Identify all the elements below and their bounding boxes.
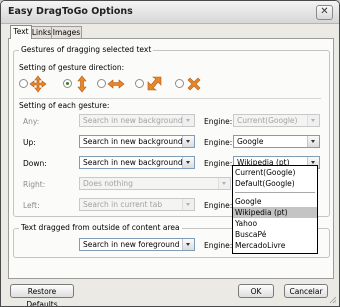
gesture-left-engine-label: Engine: bbox=[204, 201, 233, 210]
engine-option-buscape[interactable]: BuscaPé bbox=[233, 229, 317, 240]
gesture-left-action-value: Search in current tab bbox=[83, 200, 163, 209]
gesture-any-engine-select[interactable]: Current(Google) bbox=[233, 114, 320, 127]
gesture-up-engine-select[interactable]: Google bbox=[233, 135, 320, 148]
engine-option-wikipedia-pt[interactable]: Wikipedia (pt) bbox=[233, 207, 317, 218]
gesture-right-label: Right: bbox=[23, 180, 46, 189]
title-bar[interactable]: Easy DragToGo Options ✕ bbox=[1, 1, 339, 24]
outside-content-group-title: Text dragged from outside of content are… bbox=[19, 223, 182, 232]
gesture-any-action-value: Search in new background tab bbox=[83, 116, 195, 125]
gesture-right-action-select[interactable]: Does nothing bbox=[79, 177, 231, 190]
gesture-right-action-value: Does nothing bbox=[83, 179, 133, 188]
options-window: Easy DragToGo Options ✕ Text Links Image… bbox=[0, 0, 340, 307]
diagonal-arrow-icon bbox=[147, 76, 162, 91]
chevron-down-icon bbox=[218, 178, 230, 189]
window-title: Easy DragToGo Options bbox=[8, 6, 133, 17]
each-gesture-label: Setting of each gesture: bbox=[19, 101, 110, 110]
engine-option-yahoo[interactable]: Yahoo bbox=[233, 218, 317, 229]
gesture-up-action-value: Search in new background tab bbox=[83, 137, 195, 146]
chevron-down-icon bbox=[307, 115, 319, 126]
four-way-arrows-icon bbox=[29, 75, 47, 93]
direction-radio-horizontal[interactable] bbox=[97, 79, 106, 88]
chevron-down-icon bbox=[182, 157, 194, 168]
direction-radio-cross[interactable] bbox=[175, 79, 184, 88]
cancel-button[interactable]: Cancelar bbox=[284, 284, 328, 298]
chevron-down-icon bbox=[307, 136, 319, 147]
gesture-down-label: Down: bbox=[23, 159, 47, 168]
gesture-any-action-select[interactable]: Search in new background tab bbox=[79, 114, 195, 127]
vertical-arrows-icon bbox=[77, 75, 87, 93]
chevron-down-icon bbox=[182, 239, 194, 250]
outside-action-select[interactable]: Search in new foreground tab bbox=[79, 238, 195, 251]
direction-label: Setting of gesture direction: bbox=[19, 63, 125, 72]
gesture-up-engine-label: Engine: bbox=[204, 138, 233, 147]
gesture-left-action-select[interactable]: Search in current tab bbox=[79, 198, 195, 211]
gesture-up-engine-value: Google bbox=[237, 137, 264, 146]
close-button[interactable]: ✕ bbox=[316, 5, 333, 20]
gesture-down-engine-label: Engine: bbox=[204, 159, 233, 168]
outside-engine-label: Engine: bbox=[204, 241, 233, 250]
gesture-any-engine-label: Engine: bbox=[204, 117, 233, 126]
direction-radio-four-way[interactable] bbox=[19, 79, 28, 88]
engine-option-current-google[interactable]: Current(Google) bbox=[233, 167, 317, 178]
engine-dropdown-list: Current(Google) Default(Google) Google W… bbox=[232, 165, 318, 254]
horizontal-arrows-icon bbox=[107, 79, 125, 89]
engine-option-google[interactable]: Google bbox=[233, 196, 317, 207]
tab-text[interactable]: Text bbox=[10, 25, 32, 39]
resize-grip-icon[interactable] bbox=[329, 296, 337, 304]
chevron-down-icon bbox=[182, 199, 194, 210]
gesture-any-label: Any: bbox=[23, 117, 40, 126]
engine-option-default-google[interactable]: Default(Google) bbox=[233, 178, 317, 189]
gestures-group-title: Gestures of dragging selected text bbox=[19, 45, 154, 54]
gesture-up-action-select[interactable]: Search in new background tab bbox=[79, 135, 195, 148]
gesture-left-label: Left: bbox=[23, 201, 40, 210]
gesture-up-label: Up: bbox=[23, 138, 36, 147]
dropdown-separator bbox=[235, 192, 315, 193]
ok-button[interactable]: OK bbox=[238, 284, 274, 298]
direction-radio-diagonal[interactable] bbox=[135, 79, 144, 88]
close-icon: ✕ bbox=[320, 6, 329, 17]
chevron-down-icon bbox=[182, 136, 194, 147]
gesture-any-engine-value: Current(Google) bbox=[237, 116, 298, 125]
chevron-down-icon bbox=[182, 115, 194, 126]
direction-radio-vertical[interactable] bbox=[63, 79, 72, 88]
gestures-divider bbox=[19, 98, 321, 99]
engine-option-mercadolivre[interactable]: MercadoLivre bbox=[233, 240, 317, 251]
gesture-down-action-value: Search in new background tab bbox=[83, 158, 195, 167]
gesture-down-action-select[interactable]: Search in new background tab bbox=[79, 156, 195, 169]
cross-icon bbox=[187, 77, 201, 91]
outside-action-value: Search in new foreground tab bbox=[83, 240, 195, 249]
restore-defaults-button[interactable]: Restore Defaults bbox=[10, 284, 74, 306]
